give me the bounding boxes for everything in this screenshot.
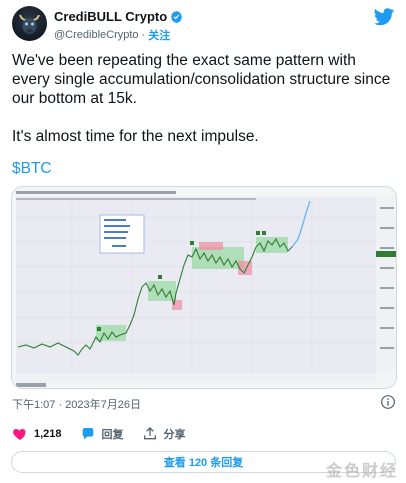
like-button[interactable]: 1,218 [12, 426, 62, 442]
chart-image[interactable] [11, 186, 397, 389]
cashtag-link[interactable]: $BTC [12, 160, 52, 178]
heart-icon [13, 429, 26, 440]
separator-dot: · [141, 29, 146, 41]
tweet-header: CrediBULL Crypto @CredibleCrypto · 关注 [12, 6, 396, 42]
twitter-bird-icon[interactable] [374, 8, 394, 25]
tweet-actions: 1,218 回复 分享 [12, 424, 396, 444]
tradingview-chart-icon [12, 187, 396, 388]
tweet-text: We've been repeating the exact same patt… [12, 51, 396, 146]
info-icon[interactable] [380, 394, 396, 410]
reply-bubble-icon [82, 428, 93, 440]
reply-label: 回复 [101, 429, 124, 441]
verified-badge-icon [171, 10, 183, 23]
share-label: 分享 [163, 429, 186, 441]
handle[interactable]: @CredibleCrypto [54, 29, 139, 41]
bull-avatar-icon [19, 14, 40, 34]
watermark: 金色财经 [325, 463, 398, 480]
follow-button[interactable]: 关注 [148, 27, 170, 43]
tweet-line-1: We've been repeating the exact same patt… [12, 52, 391, 107]
like-count: 1,218 [34, 428, 62, 440]
share-button[interactable]: 分享 [142, 426, 186, 442]
avatar[interactable] [12, 6, 47, 41]
reply-button[interactable]: 回复 [80, 426, 124, 442]
tweet-line-2: It's almost time for the next impulse. [12, 128, 259, 145]
display-name[interactable]: CrediBULL Crypto [54, 9, 167, 24]
tweet-timestamp[interactable]: 下午1:07 · 2023年7月26日 [12, 396, 141, 412]
share-upload-icon [143, 427, 156, 440]
